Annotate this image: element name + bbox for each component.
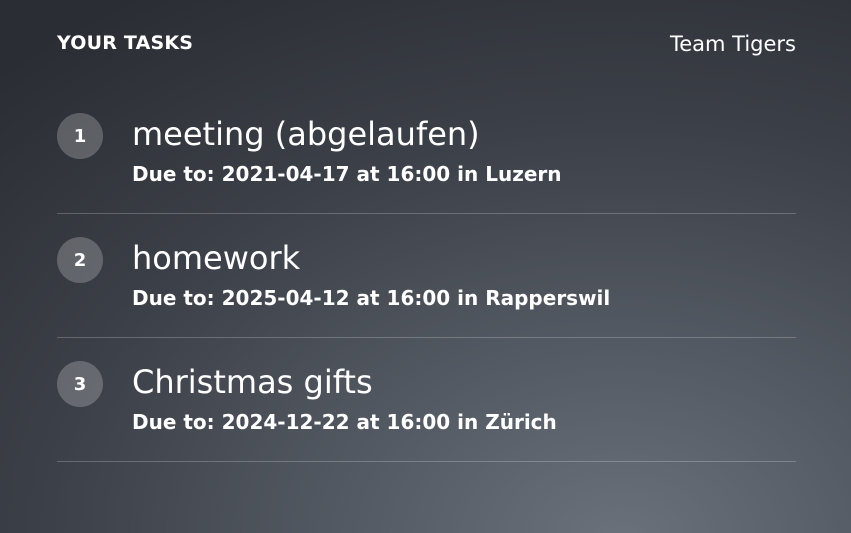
- task-due-info: Due to: 2024-12-22 at 16:00 in Zürich: [132, 410, 557, 434]
- task-item[interactable]: 2 homework Due to: 2025-04-12 at 16:00 i…: [57, 214, 796, 338]
- header: YOUR TASKS Team Tigers: [57, 30, 796, 60]
- page-title: YOUR TASKS: [57, 32, 194, 54]
- task-number-badge: 2: [57, 237, 103, 283]
- task-item[interactable]: 3 Christmas gifts Due to: 2024-12-22 at …: [57, 338, 796, 462]
- task-number-badge: 1: [57, 113, 103, 159]
- task-number-badge: 3: [57, 361, 103, 407]
- task-title: Christmas gifts: [132, 363, 373, 401]
- task-title: homework: [132, 239, 301, 277]
- task-due-info: Due to: 2025-04-12 at 16:00 in Rapperswi…: [132, 286, 611, 310]
- team-name: Team Tigers: [669, 32, 796, 56]
- task-title: meeting (abgelaufen): [132, 115, 480, 153]
- task-due-info: Due to: 2021-04-17 at 16:00 in Luzern: [132, 162, 562, 186]
- task-list: 1 meeting (abgelaufen) Due to: 2021-04-1…: [57, 90, 796, 462]
- task-item[interactable]: 1 meeting (abgelaufen) Due to: 2021-04-1…: [57, 90, 796, 214]
